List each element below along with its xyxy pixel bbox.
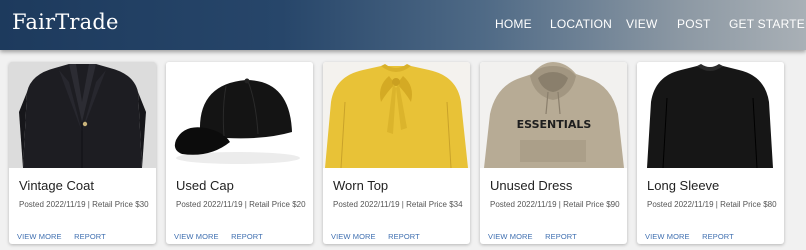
listing-actions: VIEW MORE REPORT (174, 226, 271, 241)
listing-meta: Posted 2022/11/19 | Retail Price $20 (176, 200, 306, 209)
listing-meta: Posted 2022/11/19 | Retail Price $34 (333, 200, 463, 209)
report-button[interactable]: REPORT (231, 232, 263, 241)
brand-logo[interactable]: FairTrade (12, 10, 119, 34)
listing-card: Long Sleeve Posted 2022/11/19 | Retail P… (637, 62, 784, 244)
nav-home[interactable]: HOME (495, 17, 532, 31)
view-more-button[interactable]: VIEW MORE (174, 232, 219, 241)
report-button[interactable]: REPORT (74, 232, 106, 241)
nav-get-started[interactable]: GET STARTED (729, 17, 806, 31)
nav-post[interactable]: POST (677, 17, 710, 31)
view-more-button[interactable]: VIEW MORE (645, 232, 690, 241)
beige-hoodie-photo: ESSENTIALS (480, 62, 627, 168)
listing-title: Long Sleeve (647, 178, 720, 193)
listing-actions: VIEW MORE REPORT (17, 226, 114, 241)
listing-card: Worn Top Posted 2022/11/19 | Retail Pric… (323, 62, 470, 244)
report-button[interactable]: REPORT (545, 232, 577, 241)
view-more-button[interactable]: VIEW MORE (331, 232, 376, 241)
hoodie-print-text: ESSENTIALS (517, 118, 592, 131)
listing-card: Used Cap Posted 2022/11/19 | Retail Pric… (166, 62, 313, 244)
yellow-blouse-photo (323, 62, 470, 168)
listing-actions: VIEW MORE REPORT (645, 226, 742, 241)
listing-title: Worn Top (333, 178, 389, 193)
view-more-button[interactable]: VIEW MORE (17, 232, 62, 241)
black-cap-photo (166, 62, 313, 168)
listing-meta: Posted 2022/11/19 | Retail Price $30 (19, 200, 149, 209)
listing-title: Unused Dress (490, 178, 573, 193)
listing-grid: Vintage Coat Posted 2022/11/19 | Retail … (0, 58, 806, 250)
report-button[interactable]: REPORT (702, 232, 734, 241)
nav-view[interactable]: VIEW (626, 17, 657, 31)
listing-actions: VIEW MORE REPORT (331, 226, 428, 241)
listing-title: Used Cap (176, 178, 234, 193)
listing-meta: Posted 2022/11/19 | Retail Price $80 (647, 200, 777, 209)
listing-actions: VIEW MORE REPORT (488, 226, 585, 241)
view-more-button[interactable]: VIEW MORE (488, 232, 533, 241)
listing-card: ESSENTIALS Unused Dress Posted 2022/11/1… (480, 62, 627, 244)
top-navbar: FairTrade HOME LOCATION VIEW POST GET ST… (0, 0, 806, 50)
nav-location[interactable]: LOCATION (550, 17, 612, 31)
listing-card: Vintage Coat Posted 2022/11/19 | Retail … (9, 62, 156, 244)
listing-title: Vintage Coat (19, 178, 94, 193)
black-long-sleeve-photo (637, 62, 784, 168)
black-blazer-photo (9, 62, 156, 168)
listing-meta: Posted 2022/11/19 | Retail Price $90 (490, 200, 620, 209)
report-button[interactable]: REPORT (388, 232, 420, 241)
